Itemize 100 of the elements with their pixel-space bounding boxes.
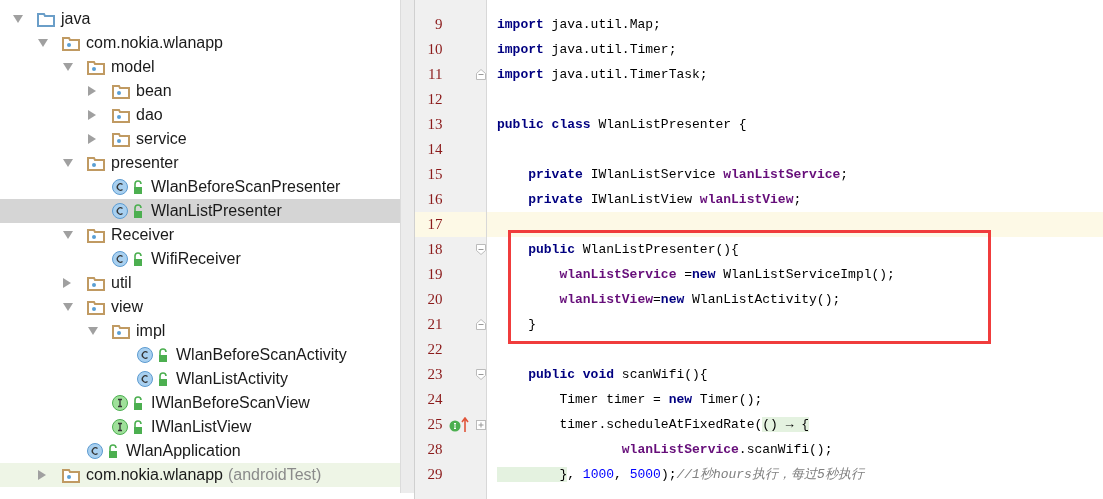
code-line: public void scanWifi(){ bbox=[527, 365, 708, 384]
expanded-arrow-icon[interactable] bbox=[12, 14, 24, 24]
tree-item[interactable]: bean bbox=[0, 79, 400, 103]
fold-marker-icon[interactable] bbox=[476, 244, 486, 255]
tree-label: service bbox=[136, 129, 187, 149]
tree-item[interactable]: WlanApplication bbox=[0, 439, 400, 463]
source-set-note: (androidTest) bbox=[227, 465, 322, 485]
line-number: 10 bbox=[426, 40, 443, 60]
line-number: 28 bbox=[426, 440, 443, 460]
line-number: 24 bbox=[426, 390, 443, 410]
fold-marker-icon[interactable] bbox=[476, 369, 486, 380]
expanded-arrow-icon[interactable] bbox=[62, 62, 74, 72]
package-folder-icon bbox=[87, 59, 105, 75]
tree-label: presenter bbox=[111, 153, 179, 173]
line-number: 23 bbox=[426, 365, 443, 385]
line-number: 12 bbox=[426, 90, 443, 110]
tree-label: model bbox=[111, 57, 155, 77]
code-line: private IWlanListView wlanListView; bbox=[527, 190, 802, 209]
code-line: wlanListView=new WlanListActivity(); bbox=[558, 290, 841, 309]
tree-label: IWlanBeforeScanView bbox=[151, 393, 310, 413]
class-icon bbox=[112, 251, 145, 267]
expanded-arrow-icon[interactable] bbox=[62, 230, 74, 240]
code-line: public WlanListPresenter(){ bbox=[527, 240, 739, 259]
tree-label: bean bbox=[136, 81, 172, 101]
tree-item[interactable]: com.nokia.wlanapp (androidTest) bbox=[0, 463, 400, 487]
fold-marker-icon[interactable] bbox=[476, 69, 486, 80]
code-line: import java.util.Map; bbox=[497, 15, 661, 34]
tree-item[interactable]: WlanBeforeScanActivity bbox=[0, 343, 400, 367]
line-number: 22 bbox=[426, 340, 443, 360]
tree-item[interactable]: service bbox=[0, 127, 400, 151]
line-number: 15 bbox=[426, 165, 443, 185]
line-number: 20 bbox=[426, 290, 443, 310]
package-folder-icon bbox=[112, 83, 130, 99]
tree-label: com.nokia.wlanapp bbox=[86, 465, 223, 485]
line-number: 17 bbox=[426, 215, 443, 235]
package-folder-icon bbox=[62, 467, 80, 483]
class-icon bbox=[112, 203, 145, 219]
package-folder-icon bbox=[87, 275, 105, 291]
tree-item[interactable]: WifiReceiver bbox=[0, 247, 400, 271]
tree-item[interactable]: impl bbox=[0, 319, 400, 343]
tree-label: WlanListPresenter bbox=[151, 201, 282, 221]
interface-icon bbox=[112, 395, 145, 411]
tree-item[interactable]: dao bbox=[0, 103, 400, 127]
tree-label: view bbox=[111, 297, 143, 317]
class-icon bbox=[137, 347, 170, 363]
code-line: import java.util.TimerTask; bbox=[497, 65, 708, 84]
collapsed-arrow-icon[interactable] bbox=[62, 277, 72, 289]
tree-item[interactable]: Receiver bbox=[0, 223, 400, 247]
tree-label: WlanApplication bbox=[126, 441, 241, 461]
tree-label: WlanBeforeScanActivity bbox=[176, 345, 347, 365]
code-line: import java.util.Timer; bbox=[497, 40, 677, 59]
code-line: public class WlanListPresenter { bbox=[497, 115, 747, 134]
tree-label: com.nokia.wlanapp bbox=[86, 33, 223, 53]
tree-label: util bbox=[111, 273, 132, 293]
package-folder-icon bbox=[112, 323, 130, 339]
tree-item[interactable]: com.nokia.wlanapp bbox=[0, 31, 400, 55]
code-line: }, 1000, 5000);//1秒hours执行，每过5秒执行 bbox=[497, 464, 864, 485]
tree-label: java bbox=[61, 9, 91, 29]
expanded-arrow-icon[interactable] bbox=[62, 158, 74, 168]
tree-label: WlanBeforeScanPresenter bbox=[151, 177, 341, 197]
expand-fold-icon[interactable] bbox=[476, 419, 486, 430]
tree-item[interactable]: model bbox=[0, 55, 400, 79]
line-number: 18 bbox=[426, 240, 443, 260]
package-folder-icon bbox=[87, 155, 105, 171]
tree-item[interactable]: WlanListPresenter bbox=[0, 199, 400, 223]
collapsed-arrow-icon[interactable] bbox=[37, 469, 47, 481]
tree-item[interactable]: java bbox=[0, 7, 400, 31]
line-number: 25 bbox=[426, 415, 443, 435]
code-line: timer.scheduleAtFixedRate(() → { bbox=[558, 415, 810, 434]
expanded-arrow-icon[interactable] bbox=[87, 326, 99, 336]
scrollbar[interactable] bbox=[400, 0, 414, 493]
line-number: 21 bbox=[426, 315, 443, 335]
line-number: 11 bbox=[427, 65, 443, 85]
expanded-arrow-icon[interactable] bbox=[62, 302, 74, 312]
tree-label: impl bbox=[136, 321, 166, 341]
tree-item[interactable]: util bbox=[0, 271, 400, 295]
tree-item[interactable]: presenter bbox=[0, 151, 400, 175]
collapsed-arrow-icon[interactable] bbox=[87, 85, 97, 97]
line-number: 13 bbox=[426, 115, 443, 135]
collapsed-arrow-icon[interactable] bbox=[87, 133, 97, 145]
tree-item[interactable]: WlanListActivity bbox=[0, 367, 400, 391]
class-icon bbox=[137, 371, 170, 387]
interface-icon bbox=[112, 419, 145, 435]
expanded-arrow-icon[interactable] bbox=[37, 38, 49, 48]
line-number: 9 bbox=[434, 15, 443, 35]
code-line: Timer timer = new Timer(); bbox=[558, 390, 763, 409]
tree-label: IWlanListView bbox=[151, 417, 252, 437]
code-line: } bbox=[527, 315, 536, 334]
tree-item[interactable]: view bbox=[0, 295, 400, 319]
tree-item[interactable]: WlanBeforeScanPresenter bbox=[0, 175, 400, 199]
collapsed-arrow-icon[interactable] bbox=[87, 109, 97, 121]
package-folder-icon bbox=[87, 299, 105, 315]
tree-label: Receiver bbox=[111, 225, 175, 245]
tree-label: WifiReceiver bbox=[151, 249, 241, 269]
tree-item[interactable]: IWlanBeforeScanView bbox=[0, 391, 400, 415]
fold-marker-icon[interactable] bbox=[476, 319, 486, 330]
tree-item[interactable]: IWlanListView bbox=[0, 415, 400, 439]
line-number: 19 bbox=[426, 265, 443, 285]
implements-marker-icon[interactable] bbox=[449, 416, 470, 433]
package-folder-icon bbox=[112, 131, 130, 147]
